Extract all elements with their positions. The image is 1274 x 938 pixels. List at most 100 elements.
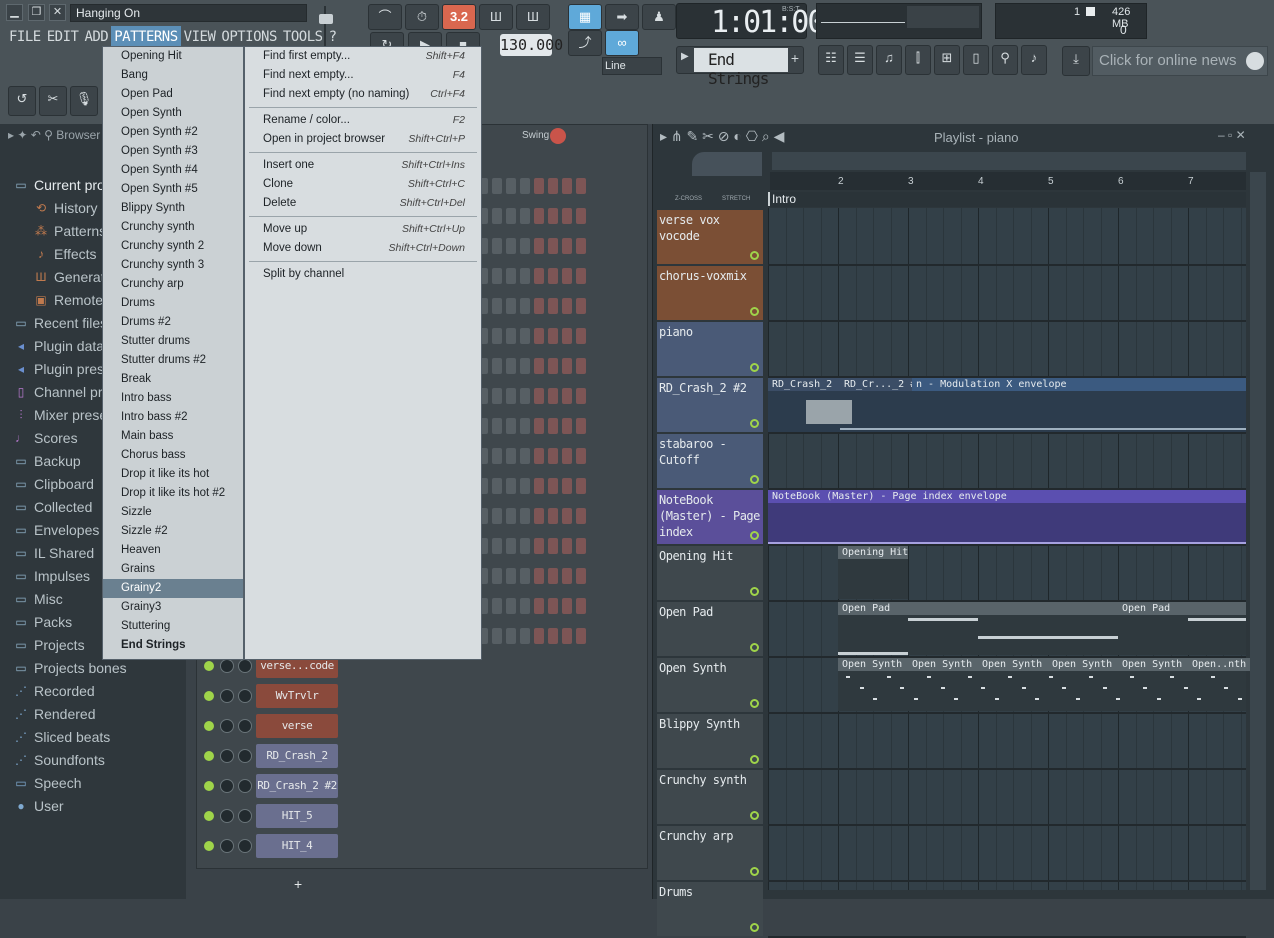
track-enable-led[interactable] bbox=[750, 867, 759, 876]
pan-knob[interactable] bbox=[220, 839, 234, 853]
track-enable-led[interactable] bbox=[750, 699, 759, 708]
step-button[interactable] bbox=[534, 478, 544, 494]
step-button[interactable] bbox=[506, 358, 516, 374]
playlist-window-controls[interactable]: ‒ ▫ ✕ bbox=[1218, 128, 1246, 142]
pattern-menu-item[interactable]: Grainy3 bbox=[103, 598, 243, 617]
minimize-icon[interactable]: ▁ bbox=[6, 4, 23, 21]
browser-window-icon[interactable]: ⊞ bbox=[934, 45, 960, 75]
pan-knob[interactable] bbox=[220, 779, 234, 793]
patterns-command-item[interactable]: Insert one Shift+Ctrl+Ins bbox=[245, 156, 481, 175]
pattern-add-icon[interactable]: + bbox=[791, 50, 799, 66]
add-channel-button[interactable]: + bbox=[294, 876, 302, 892]
step-button[interactable] bbox=[534, 268, 544, 284]
playlist-track-header[interactable]: Opening Hit bbox=[657, 546, 763, 600]
step-button[interactable] bbox=[506, 628, 516, 644]
step-button[interactable] bbox=[576, 478, 586, 494]
track-enable-led[interactable] bbox=[750, 531, 759, 540]
step-button[interactable] bbox=[492, 268, 502, 284]
loop-record-button[interactable]: Ш bbox=[516, 4, 550, 30]
browser-item[interactable]: ▭ Collected bbox=[14, 496, 92, 518]
browser-item[interactable]: ▭ Speech bbox=[14, 772, 81, 794]
step-button[interactable] bbox=[506, 538, 516, 554]
menu-options[interactable]: OPTIONS bbox=[218, 26, 280, 48]
metronome-button[interactable]: ⌒ bbox=[368, 4, 402, 30]
step-button[interactable] bbox=[492, 328, 502, 344]
step-button[interactable] bbox=[534, 448, 544, 464]
pattern-menu-item[interactable]: Drop it like its hot bbox=[103, 465, 243, 484]
step-button[interactable] bbox=[506, 328, 516, 344]
browser-item[interactable]: ⋰ Rendered bbox=[14, 703, 96, 725]
step-button[interactable] bbox=[506, 418, 516, 434]
step-button[interactable] bbox=[562, 538, 572, 554]
channel-mute-led[interactable] bbox=[204, 661, 214, 671]
channel-name-button[interactable]: HIT_4 bbox=[256, 834, 338, 858]
channel-mute-led[interactable] bbox=[204, 841, 214, 851]
step-button[interactable] bbox=[520, 388, 530, 404]
track-enable-led[interactable] bbox=[750, 363, 759, 372]
step-button[interactable] bbox=[576, 358, 586, 374]
playlist-track-header[interactable]: stabaroo - Cutoff bbox=[657, 434, 763, 488]
pattern-menu-item[interactable]: Crunchy synth 2 bbox=[103, 237, 243, 256]
undo-icon[interactable]: ↺ bbox=[8, 86, 36, 116]
download-icon[interactable]: ⤓ bbox=[1062, 46, 1090, 76]
volume-knob[interactable] bbox=[238, 689, 252, 703]
step-button[interactable] bbox=[520, 178, 530, 194]
pattern-clip[interactable]: Open Synth bbox=[1048, 658, 1118, 671]
step-button[interactable] bbox=[576, 598, 586, 614]
step-button[interactable] bbox=[548, 448, 558, 464]
volume-knob[interactable] bbox=[238, 659, 252, 673]
step-button[interactable] bbox=[520, 298, 530, 314]
playlist-tools[interactable]: ▸ ⋔ ✎ ✂ ⊘ ◐ ⎔ ⌕ ◀ bbox=[660, 128, 784, 145]
pattern-clip[interactable]: Open..nth bbox=[1188, 658, 1258, 671]
step-button[interactable] bbox=[548, 628, 558, 644]
restore-icon[interactable]: ❐ bbox=[28, 4, 45, 21]
patterns-command-item[interactable]: Find first empty... Shift+F4 bbox=[245, 47, 481, 66]
patterns-command-item[interactable]: Rename / color... F2 bbox=[245, 111, 481, 130]
step-button[interactable] bbox=[576, 328, 586, 344]
step-button[interactable] bbox=[520, 628, 530, 644]
step-button[interactable] bbox=[562, 418, 572, 434]
pattern-menu-item[interactable]: Open Synth #3 bbox=[103, 142, 243, 161]
track-enable-led[interactable] bbox=[750, 419, 759, 428]
pattern-menu-item[interactable]: Break bbox=[103, 370, 243, 389]
channel-row[interactable]: RD_Crash_2 #2 bbox=[200, 772, 338, 800]
browser-item[interactable]: ● User bbox=[14, 795, 63, 817]
step-button[interactable] bbox=[562, 298, 572, 314]
step-button[interactable] bbox=[534, 598, 544, 614]
pattern-menu-item[interactable]: Crunchy synth bbox=[103, 218, 243, 237]
channel-row[interactable]: WvTrvlr bbox=[200, 682, 338, 710]
patterns-command-item[interactable]: Find next empty (no naming) Ctrl+F4 bbox=[245, 85, 481, 104]
step-button[interactable] bbox=[506, 478, 516, 494]
step-button[interactable] bbox=[520, 208, 530, 224]
channel-name-button[interactable]: RD_Crash_2 bbox=[256, 744, 338, 768]
step-button[interactable] bbox=[506, 388, 516, 404]
pattern-menu-item[interactable]: Open Synth #2 bbox=[103, 123, 243, 142]
step-button[interactable] bbox=[492, 178, 502, 194]
playlist-track-header[interactable]: Crunchy synth bbox=[657, 770, 763, 824]
pattern-clip[interactable]: Open Pad bbox=[1118, 602, 1246, 615]
step-button[interactable] bbox=[520, 478, 530, 494]
track-enable-led[interactable] bbox=[750, 307, 759, 316]
step-button[interactable] bbox=[548, 538, 558, 554]
pattern-menu-item[interactable]: Sizzle bbox=[103, 503, 243, 522]
piano-roll-window-icon[interactable]: ♫ bbox=[876, 45, 902, 75]
step-button[interactable] bbox=[492, 568, 502, 584]
intro-marker[interactable]: Intro bbox=[768, 192, 796, 206]
pattern-name[interactable]: End Strings bbox=[694, 48, 788, 88]
step-button[interactable] bbox=[506, 298, 516, 314]
browser-item[interactable]: ▭ Projects bones bbox=[14, 657, 126, 679]
browser-item[interactable]: ▭ Recent files bbox=[14, 312, 107, 334]
pattern-menu-item[interactable]: Open Pad bbox=[103, 85, 243, 104]
step-button[interactable] bbox=[520, 508, 530, 524]
browser-item[interactable]: ▭ Impulses bbox=[14, 565, 90, 587]
step-button[interactable] bbox=[534, 628, 544, 644]
menu-file[interactable]: FILE bbox=[6, 26, 44, 48]
master-volume-slider[interactable] bbox=[324, 6, 338, 46]
browser-item[interactable]: ▭ Clipboard bbox=[14, 473, 94, 495]
step-button[interactable] bbox=[534, 388, 544, 404]
swing-knob[interactable] bbox=[550, 128, 566, 144]
channel-name-button[interactable]: HIT_5 bbox=[256, 804, 338, 828]
playlist-track-header[interactable]: Drums bbox=[657, 882, 763, 936]
step-button[interactable] bbox=[562, 268, 572, 284]
wait-input-button[interactable]: ⏱ bbox=[405, 4, 439, 30]
